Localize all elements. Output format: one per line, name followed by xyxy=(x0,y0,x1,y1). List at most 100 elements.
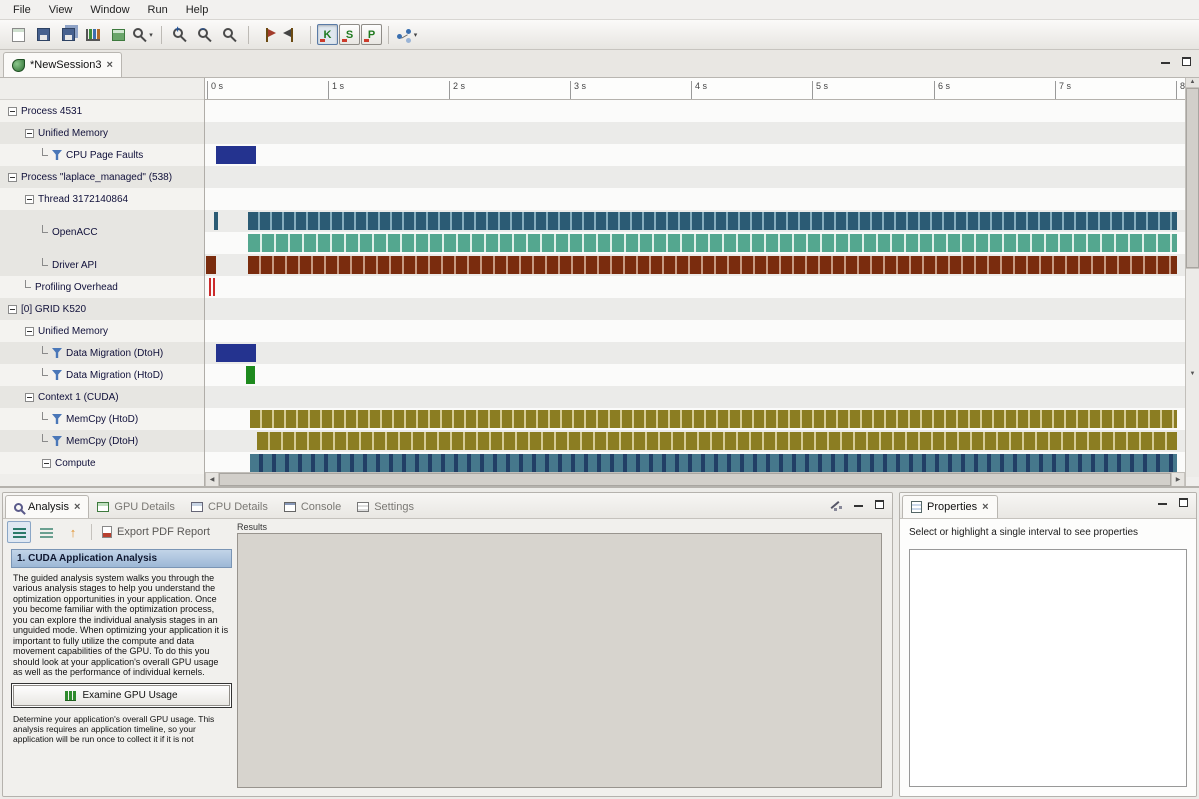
close-icon[interactable]: × xyxy=(982,502,988,513)
timeline-lane-process-4531[interactable] xyxy=(205,100,1185,122)
collapse-toggle[interactable] xyxy=(8,305,17,314)
tab-session[interactable]: *NewSession3 × xyxy=(3,52,122,77)
maximize-icon[interactable] xyxy=(1179,498,1188,507)
scroll-right-icon[interactable]: ▶ xyxy=(1171,473,1185,486)
tree-row-profiling-overhead[interactable]: Profiling Overhead xyxy=(0,276,204,298)
search-button[interactable]: ▾ xyxy=(131,23,155,47)
analyze-button[interactable]: ▾ xyxy=(395,23,419,47)
timeline-lane-context-1-cuda[interactable] xyxy=(205,386,1185,408)
tree-row-0-grid-k520[interactable]: [0] GRID K520 xyxy=(0,298,204,320)
tree-row-cpu-page-faults[interactable]: CPU Page Faults xyxy=(0,144,204,166)
timeline-bar[interactable] xyxy=(248,234,1177,252)
tree-row-compute[interactable]: Compute xyxy=(0,452,204,474)
timeline-bar[interactable] xyxy=(246,366,255,384)
menu-file[interactable]: File xyxy=(4,2,40,18)
tab-cpu-details[interactable]: CPU Details xyxy=(183,495,276,518)
timeline-bar[interactable] xyxy=(248,212,1177,230)
timeline-lane-unified-memory[interactable] xyxy=(205,122,1185,144)
tree-row-process-4531[interactable]: Process 4531 xyxy=(0,100,204,122)
tree-row-data-migration-dtoh[interactable]: Data Migration (DtoH) xyxy=(0,342,204,364)
timeline-lane-process-laplace-managed-538[interactable] xyxy=(205,166,1185,188)
timeline-lane-openacc[interactable] xyxy=(205,232,1185,254)
tree-row-memcpy-dtoh[interactable]: MemCpy (DtoH) xyxy=(0,430,204,452)
tree-row-driver-api[interactable]: Driver API xyxy=(0,254,204,276)
export-pdf-button[interactable]: Export PDF Report xyxy=(98,526,214,538)
new-session-button[interactable] xyxy=(6,23,30,47)
marker-back-button[interactable] xyxy=(280,23,304,47)
timeline-lane-0-grid-k520[interactable] xyxy=(205,298,1185,320)
vertical-scrollbar[interactable]: ▲ ▼ xyxy=(1185,78,1199,486)
marker-forward-button[interactable] xyxy=(255,23,279,47)
zoom-out-button[interactable] xyxy=(193,23,217,47)
guided-analysis-button[interactable] xyxy=(7,521,31,543)
zoom-fit-button[interactable] xyxy=(218,23,242,47)
collapse-toggle[interactable] xyxy=(25,195,34,204)
save-all-button[interactable] xyxy=(56,23,80,47)
tab-console[interactable]: Console xyxy=(276,495,349,518)
collapse-toggle[interactable] xyxy=(42,459,51,468)
close-icon[interactable]: × xyxy=(74,502,80,513)
tree-row-unified-memory[interactable]: Unified Memory xyxy=(0,122,204,144)
horizontal-scroll-thumb[interactable] xyxy=(219,473,1171,486)
vertical-scroll-thumb[interactable] xyxy=(1186,88,1199,269)
save-button[interactable] xyxy=(31,23,55,47)
menu-window[interactable]: Window xyxy=(81,2,138,18)
filter-icon[interactable] xyxy=(52,348,62,358)
timeline-bar[interactable] xyxy=(214,212,218,230)
timeline-bar[interactable] xyxy=(206,256,216,274)
maximize-icon[interactable] xyxy=(875,500,884,509)
export-button[interactable] xyxy=(106,23,130,47)
zoom-in-button[interactable] xyxy=(168,23,192,47)
timeline-bar[interactable] xyxy=(257,432,1177,450)
timeline-lane-openacc[interactable] xyxy=(205,210,1185,232)
timeline-chart-button[interactable] xyxy=(81,23,105,47)
timeline-bar[interactable] xyxy=(216,344,256,362)
process-highlight-toggle[interactable]: P xyxy=(361,24,382,45)
timeline-lane-compute[interactable] xyxy=(205,452,1185,472)
tab-gpu-details[interactable]: GPU Details xyxy=(89,495,183,518)
timeline-bar[interactable] xyxy=(248,256,1177,274)
horizontal-scrollbar[interactable]: ◀ ▶ xyxy=(205,472,1185,486)
tree-row-thread-3172140864[interactable]: Thread 3172140864 xyxy=(0,188,204,210)
tree-row-context-1-cuda[interactable]: Context 1 (CUDA) xyxy=(0,386,204,408)
tab-properties[interactable]: Properties × xyxy=(902,495,998,518)
maximize-icon[interactable] xyxy=(1182,57,1191,66)
tree-row-process-laplace-managed-538[interactable]: Process "laplace_managed" (538) xyxy=(0,166,204,188)
tree-row-openacc[interactable]: OpenACC xyxy=(0,210,204,254)
back-button[interactable]: ↑ xyxy=(61,521,85,543)
filter-icon[interactable] xyxy=(52,414,62,424)
timeline-lane-unified-memory[interactable] xyxy=(205,320,1185,342)
timeline-lane-memcpy-htod[interactable] xyxy=(205,408,1185,430)
timeline-lane-driver-api[interactable] xyxy=(205,254,1185,276)
tree-row-data-migration-htod[interactable]: Data Migration (HtoD) xyxy=(0,364,204,386)
examine-gpu-usage-button[interactable]: Examine GPU Usage xyxy=(13,685,230,706)
view-menu-icon[interactable] xyxy=(829,498,842,510)
collapse-toggle[interactable] xyxy=(25,393,34,402)
tab-settings[interactable]: Settings xyxy=(349,495,422,518)
collapse-toggle[interactable] xyxy=(8,107,17,116)
timeline-lane-cpu-page-faults[interactable] xyxy=(205,144,1185,166)
filter-icon[interactable] xyxy=(52,150,62,160)
timeline-lane-thread-3172140864[interactable] xyxy=(205,188,1185,210)
menu-help[interactable]: Help xyxy=(177,2,218,18)
timeline-bar[interactable] xyxy=(250,410,1177,428)
filter-icon[interactable] xyxy=(52,370,62,380)
minimize-icon[interactable] xyxy=(1158,500,1167,505)
scroll-down-icon[interactable]: ▼ xyxy=(1186,268,1199,476)
timeline-bar[interactable] xyxy=(209,278,211,296)
stream-highlight-toggle[interactable]: S xyxy=(339,24,360,45)
close-icon[interactable]: × xyxy=(107,60,113,71)
timeline-lane-data-migration-htod[interactable] xyxy=(205,364,1185,386)
unguided-analysis-button[interactable] xyxy=(34,521,58,543)
timeline-bar[interactable] xyxy=(250,454,1177,472)
filter-icon[interactable] xyxy=(52,436,62,446)
collapse-toggle[interactable] xyxy=(25,327,34,336)
minimize-icon[interactable] xyxy=(1161,59,1170,64)
tab-analysis[interactable]: Analysis× xyxy=(5,495,89,518)
collapse-toggle[interactable] xyxy=(8,173,17,182)
scroll-up-icon[interactable]: ▲ xyxy=(1186,78,1199,88)
timeline-bar[interactable] xyxy=(213,278,215,296)
collapse-toggle[interactable] xyxy=(25,129,34,138)
menu-view[interactable]: View xyxy=(40,2,82,18)
kernel-highlight-toggle[interactable]: K xyxy=(317,24,338,45)
